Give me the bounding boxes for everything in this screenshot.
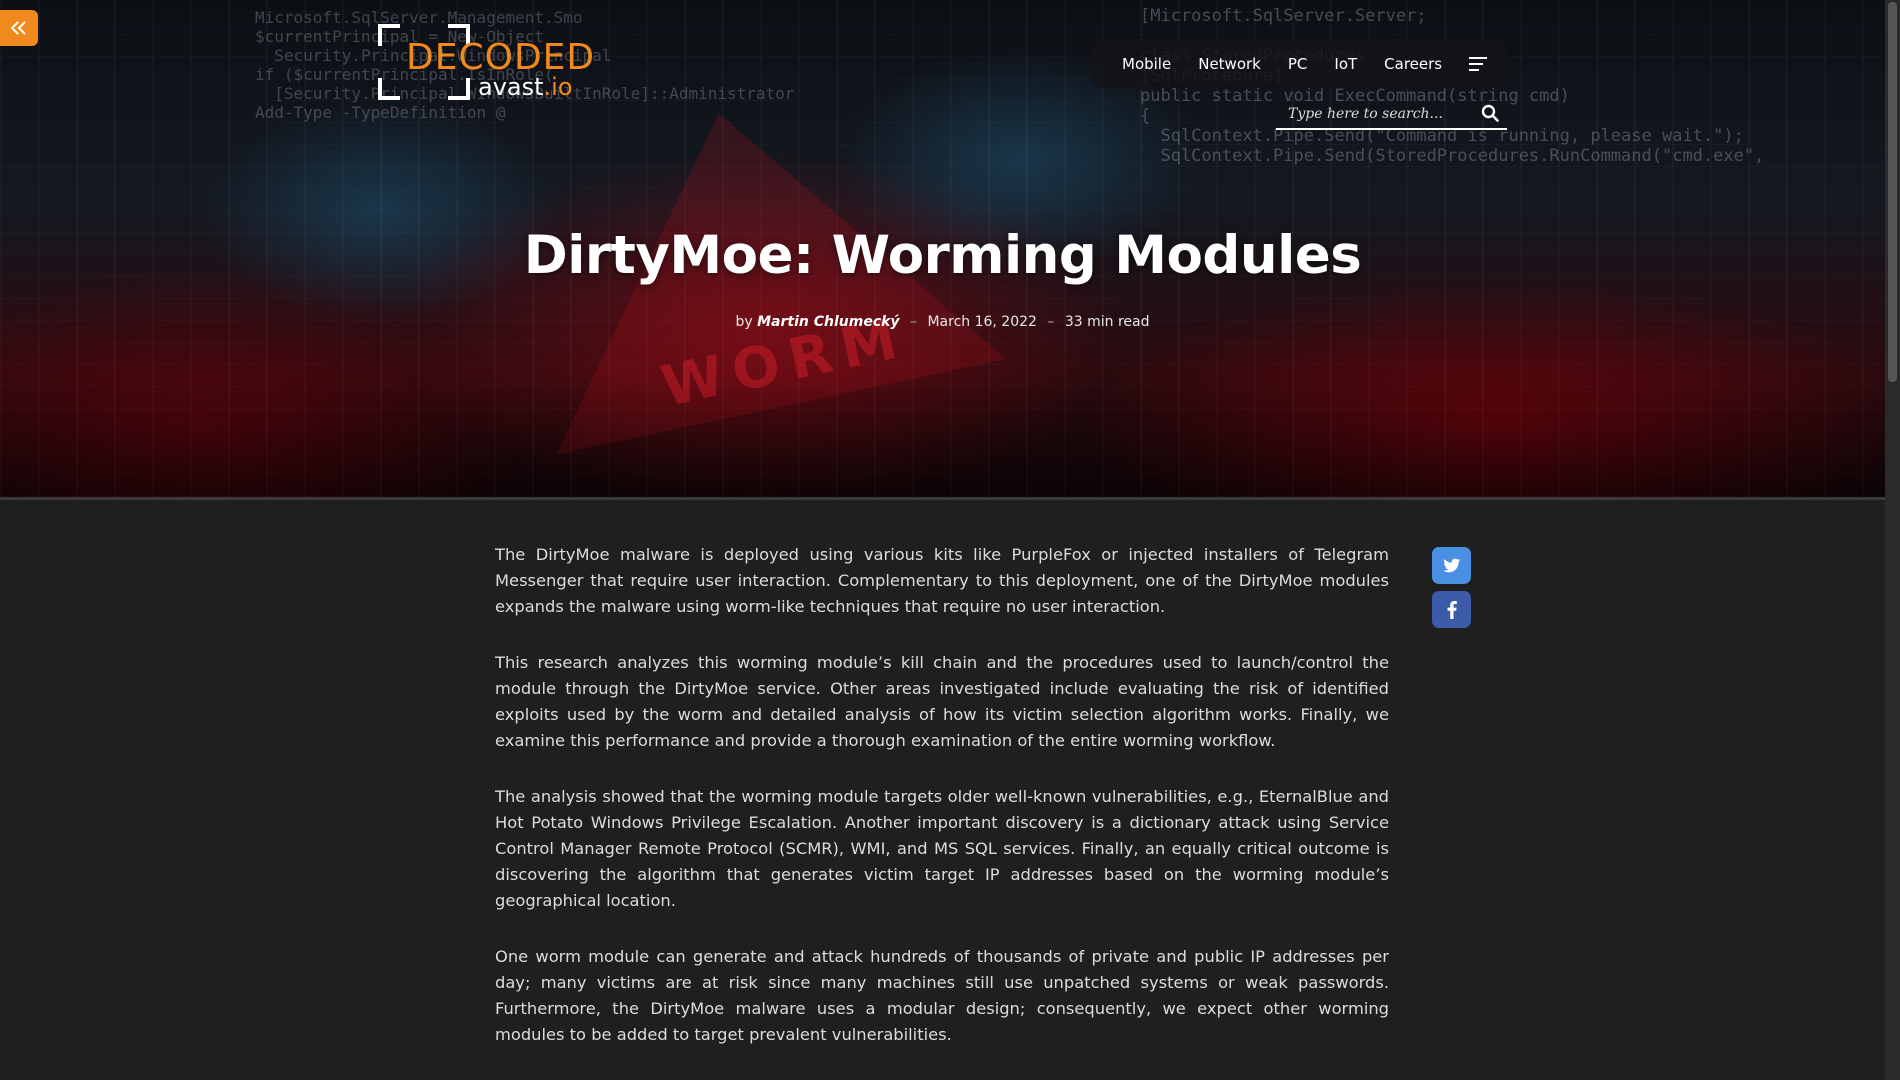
meta-separator: – (1047, 314, 1055, 330)
menu-line (1469, 63, 1484, 65)
article-title: DirtyMoe: Worming Modules (523, 225, 1362, 286)
byline-prefix: by (735, 314, 753, 330)
menu-line (1469, 57, 1488, 59)
page-scrollbar[interactable] (1885, 0, 1900, 1080)
scrollbar-thumb[interactable] (1888, 2, 1897, 382)
article-meta: by Martin Chlumecký – March 16, 2022 – 3… (0, 314, 1885, 330)
facebook-icon (1447, 600, 1457, 619)
article-paragraph: This research analyzes this worming modu… (495, 653, 1389, 750)
facebook-share-button[interactable] (1432, 591, 1471, 628)
share-buttons (1432, 547, 1472, 635)
menu-line (1469, 69, 1480, 71)
meta-separator: – (910, 314, 918, 330)
publish-date: March 16, 2022 (927, 314, 1037, 330)
menu-lines-icon[interactable] (1469, 57, 1488, 71)
nav-item-iot[interactable]: IoT (1334, 55, 1357, 73)
search-bar (1276, 98, 1507, 130)
article-paragraph: The analysis showed that the worming mod… (495, 787, 1389, 910)
double-chevron-left-icon (10, 21, 26, 35)
logo-avast-text: avast.io (478, 74, 573, 100)
twitter-icon (1442, 558, 1460, 572)
logo-avast-word: avast (478, 73, 544, 101)
logo-bracket (378, 24, 400, 46)
logo-bracket (448, 78, 470, 100)
site-logo[interactable]: DECODED avast.io (378, 24, 594, 100)
read-time: 33 min read (1064, 314, 1150, 330)
search-input[interactable] (1286, 102, 1470, 126)
logo-decoded-text: DECODED (406, 37, 596, 78)
sidebar-toggle-button[interactable] (0, 10, 38, 46)
author-link[interactable]: Martin Chlumecký (757, 314, 899, 330)
nav-item-careers[interactable]: Careers (1384, 55, 1442, 73)
logo-bracket (378, 78, 400, 100)
nav-item-network[interactable]: Network (1198, 55, 1261, 73)
article-body: The DirtyMoe malware is deployed using v… (495, 542, 1389, 1078)
nav-item-pc[interactable]: PC (1288, 55, 1308, 73)
search-icon[interactable] (1481, 104, 1499, 122)
nav-item-mobile[interactable]: Mobile (1122, 55, 1171, 73)
logo-io-word: .io (543, 73, 573, 101)
article-paragraph: The DirtyMoe malware is deployed using v… (495, 545, 1389, 616)
article-paragraph: One worm module can generate and attack … (495, 947, 1389, 1044)
main-navigation: Mobile Network PC IoT Careers (1092, 40, 1507, 88)
twitter-share-button[interactable] (1432, 547, 1471, 584)
